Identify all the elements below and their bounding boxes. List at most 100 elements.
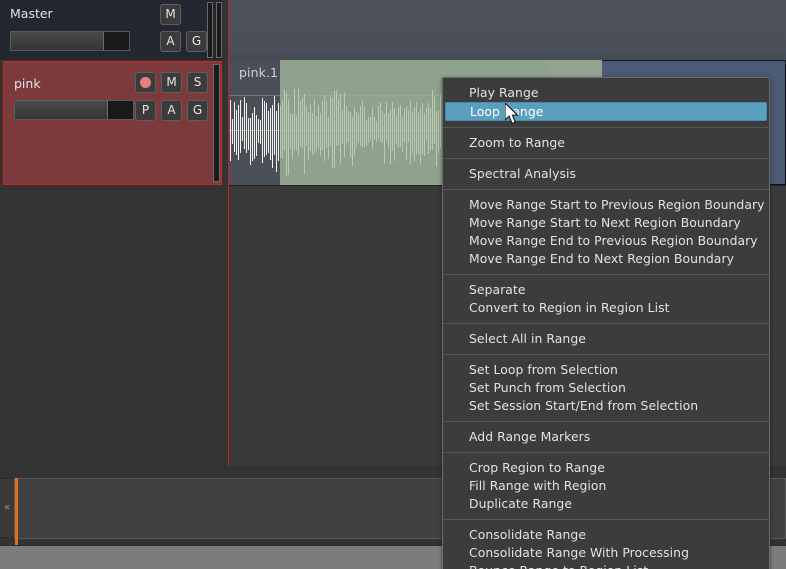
- summary-collapse-button[interactable]: «: [0, 478, 14, 538]
- waveform-sample: [236, 109, 237, 130]
- track-header-master[interactable]: Master M A G: [0, 0, 222, 60]
- track-name-pink: pink: [14, 76, 41, 91]
- menu-item[interactable]: Bounce Range to Region List: [443, 562, 769, 569]
- waveform-sample: [244, 130, 245, 149]
- menu-group: Add Range Markers: [443, 426, 769, 448]
- menu-item[interactable]: Loop Range: [445, 102, 767, 121]
- menu-item[interactable]: Fill Range with Region: [443, 477, 769, 495]
- playhead[interactable]: [228, 0, 229, 466]
- waveform-sample: [252, 113, 253, 130]
- pink-gain-fader-fill: [15, 101, 109, 119]
- menu-item[interactable]: Zoom to Range: [443, 134, 769, 152]
- menu-item[interactable]: Set Session Start/End from Selection: [443, 397, 769, 415]
- waveform-sample: [242, 116, 243, 130]
- waveform-sample: [244, 97, 245, 130]
- master-automation-button[interactable]: A: [160, 31, 181, 52]
- waveform-sample: [248, 117, 249, 130]
- waveform-sample: [258, 119, 259, 130]
- master-scroll-handle[interactable]: [216, 2, 222, 58]
- master-gain-fader-fill: [11, 32, 105, 50]
- menu-separator: [443, 127, 769, 128]
- waveform-sample: [260, 130, 261, 145]
- waveform-sample: [260, 119, 261, 130]
- pink-group-button[interactable]: G: [187, 100, 208, 121]
- menu-separator: [443, 189, 769, 190]
- menu-separator: [443, 158, 769, 159]
- waveform-sample: [262, 98, 263, 130]
- waveform-sample: [254, 106, 255, 130]
- track-header-pink[interactable]: pink M S P A G: [3, 61, 222, 185]
- menu-group: Spectral Analysis: [443, 163, 769, 185]
- pink-record-arm-button[interactable]: [135, 72, 156, 93]
- waveform-sample: [268, 130, 269, 153]
- menu-item[interactable]: Move Range End to Next Region Boundary: [443, 250, 769, 268]
- ruler-background: [228, 0, 786, 60]
- waveform-sample: [238, 104, 239, 130]
- waveform-sample: [278, 103, 279, 130]
- menu-item[interactable]: Move Range Start to Previous Region Boun…: [443, 196, 769, 214]
- master-resize-handle[interactable]: [207, 2, 213, 58]
- waveform-sample: [278, 130, 279, 161]
- menu-item[interactable]: Set Loop from Selection: [443, 361, 769, 379]
- pink-solo-button[interactable]: S: [187, 72, 208, 93]
- waveform-sample: [240, 130, 241, 153]
- waveform-sample: [250, 130, 251, 166]
- waveform-sample: [268, 111, 269, 130]
- waveform-sample: [248, 130, 249, 150]
- menu-item[interactable]: Spectral Analysis: [443, 165, 769, 183]
- master-group-button[interactable]: G: [186, 31, 207, 52]
- range-context-menu[interactable]: Play Range Loop Range Zoom to Range Spectra…: [442, 77, 770, 569]
- waveform-sample: [240, 99, 241, 130]
- menu-item[interactable]: Move Range End to Previous Region Bounda…: [443, 232, 769, 250]
- ardour-editor-window: pink.1 Master M A G pink M S P A G « Pla…: [0, 0, 786, 569]
- menu-item[interactable]: Consolidate Range With Processing: [443, 544, 769, 562]
- waveform-sample: [270, 107, 271, 130]
- waveform-sample: [274, 130, 275, 156]
- menu-group: Select All in Range: [443, 328, 769, 350]
- waveform-sample: [252, 130, 253, 161]
- waveform-sample: [246, 130, 247, 154]
- menu-separator: [443, 519, 769, 520]
- waveform-sample: [236, 130, 237, 155]
- pink-gain-fader[interactable]: [14, 100, 134, 120]
- menu-separator: [443, 354, 769, 355]
- menu-separator: [443, 323, 769, 324]
- menu-group: Consolidate Range Consolidate Range With …: [443, 524, 769, 569]
- waveform-sample: [264, 130, 265, 157]
- waveform-sample: [234, 130, 235, 152]
- waveform-sample: [230, 100, 231, 130]
- menu-group: Crop Region to Range Fill Range with Regi…: [443, 457, 769, 515]
- menu-separator: [443, 421, 769, 422]
- waveform-sample: [266, 103, 267, 130]
- menu-item[interactable]: Move Range Start to Next Region Boundary: [443, 214, 769, 232]
- waveform-sample: [274, 95, 275, 130]
- waveform-sample: [276, 110, 277, 130]
- waveform-sample: [272, 105, 273, 130]
- track-name-master: Master: [10, 6, 53, 21]
- menu-item[interactable]: Select All in Range: [443, 330, 769, 348]
- ruler-zone[interactable]: [228, 0, 786, 60]
- menu-item[interactable]: Crop Region to Range: [443, 459, 769, 477]
- master-gain-fader[interactable]: [10, 31, 130, 51]
- waveform-sample: [246, 102, 247, 130]
- master-mute-button[interactable]: M: [160, 4, 181, 25]
- menu-item[interactable]: Convert to Region in Region List: [443, 299, 769, 317]
- waveform-sample: [234, 102, 235, 130]
- menu-item[interactable]: Separate: [443, 281, 769, 299]
- pink-automation-button[interactable]: A: [161, 100, 182, 121]
- waveform-sample: [266, 130, 267, 156]
- menu-item[interactable]: Set Punch from Selection: [443, 379, 769, 397]
- track-headers-panel: Master M A G pink M S P A G: [0, 0, 228, 466]
- waveform-sample: [256, 115, 257, 130]
- menu-item[interactable]: Play Range: [443, 84, 769, 102]
- menu-item[interactable]: Consolidate Range: [443, 526, 769, 544]
- pink-mute-button[interactable]: M: [161, 72, 182, 93]
- waveform-sample: [254, 130, 255, 159]
- menu-group: Play Range Loop Range: [443, 82, 769, 123]
- waveform-sample: [272, 130, 273, 168]
- pink-resize-handle[interactable]: [213, 64, 220, 182]
- menu-item[interactable]: Duplicate Range: [443, 495, 769, 513]
- pink-playlist-button[interactable]: P: [135, 100, 156, 121]
- menu-item[interactable]: Add Range Markers: [443, 428, 769, 446]
- record-dot-icon: [140, 77, 151, 88]
